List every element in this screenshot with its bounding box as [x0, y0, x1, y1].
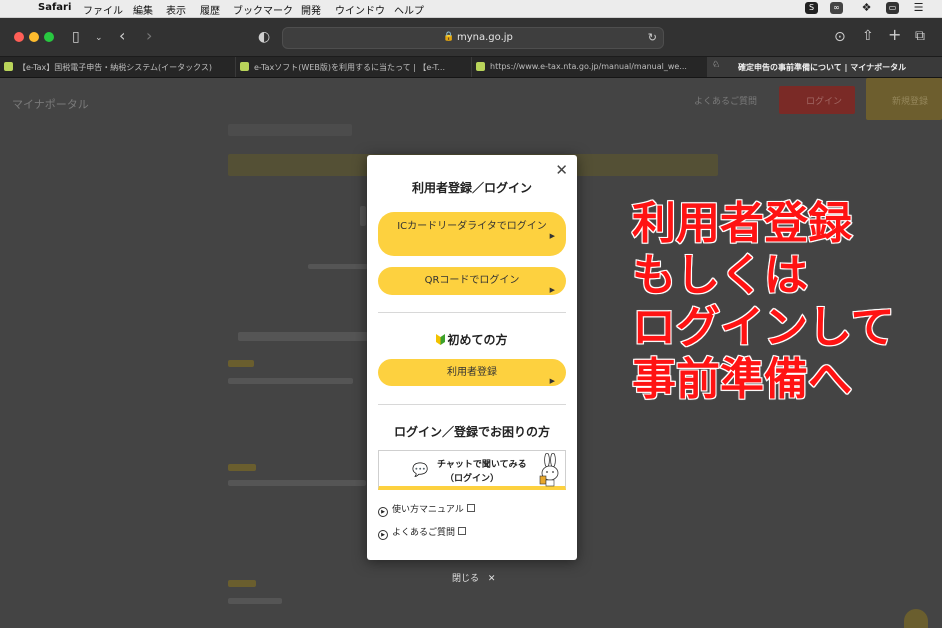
etax-favicon-icon [4, 62, 13, 71]
tab-label: 【e-Tax】国税電子申告・納税システム(イータックス) [18, 63, 213, 72]
status-s-icon[interactable]: S [805, 2, 818, 14]
tab-label: e-Taxソフト(WEB版)を利用するに当たって | 【e-T... [254, 63, 445, 72]
forward-icon[interactable]: › [146, 28, 152, 44]
menu-develop[interactable]: 開発 [301, 2, 321, 17]
header-register-label: 新規登録 [892, 97, 929, 107]
menu-bookmarks[interactable]: ブックマーク [233, 2, 293, 17]
annotation-line: 事前準備へ [631, 353, 853, 406]
qr-code-login-button[interactable]: QRコードでログイン ▶ [378, 267, 566, 295]
privacy-shield-icon[interactable]: ◐ [258, 30, 270, 44]
tab-label: https://www.e-tax.nta.go.jp/manual/manua… [490, 62, 687, 71]
tab-label: 確定申告の事前準備について | マイナポータル [738, 63, 907, 72]
divider [378, 404, 566, 405]
annotation-line: もしくは [631, 249, 809, 302]
user-registration-label: 利用者登録 [447, 367, 497, 378]
etax-favicon-icon [240, 62, 249, 71]
external-link-icon [458, 527, 467, 535]
menu-window[interactable]: ウインドウ [335, 2, 385, 17]
downloads-icon[interactable]: ⊙ [834, 30, 846, 44]
divider [378, 312, 566, 313]
chat-help-button[interactable]: 💬 チャットで聞いてみる （ログイン） [378, 450, 566, 490]
page-heading-fragment [360, 206, 366, 226]
user-registration-button[interactable]: 利用者登録 ▶ [378, 359, 566, 386]
section-heading-fragment [238, 332, 368, 341]
play-circle-icon: ▶ [378, 530, 388, 540]
step-badge [228, 360, 254, 367]
external-link-icon [466, 504, 475, 512]
step-text [228, 378, 353, 384]
usage-manual-link[interactable]: ▶ 使い方マニュアル [378, 502, 475, 517]
chat-help-sublabel: （ログイン） [445, 474, 500, 484]
faq-label: よくあるご質問 [392, 528, 456, 538]
site-logo: マイナポータル [12, 98, 89, 111]
chat-launcher-icon [904, 609, 928, 628]
close-icon: ✕ [487, 574, 496, 584]
tab-etax-home[interactable]: 【e-Tax】国税電子申告・納税システム(イータックス) [0, 57, 236, 77]
chat-bubble-icon: 💬 [412, 463, 429, 478]
header-faq: よくあるご質問 [694, 97, 758, 107]
etax-favicon-icon [476, 62, 485, 71]
sidebar-toggle-icon[interactable]: ▯ [72, 30, 80, 44]
menu-help[interactable]: ヘルプ [394, 2, 424, 17]
menu-edit[interactable]: 編集 [133, 2, 153, 17]
tab-mynaportal[interactable]: ♘ 確定申告の事前準備について | マイナポータル [708, 57, 942, 77]
help-heading: ログイン／登録でお困りの方 [393, 425, 550, 439]
modal-close-button[interactable]: 閉じる ✕ [452, 571, 495, 584]
address-bar[interactable]: 🔒 myna.go.jp ↻ [282, 27, 664, 49]
usage-manual-label: 使い方マニュアル [392, 505, 464, 515]
step-badge [228, 580, 256, 587]
first-time-heading: 初めての方 [367, 331, 577, 348]
step-text [228, 598, 282, 604]
menu-file[interactable]: ファイル [83, 2, 123, 17]
close-icon[interactable]: ✕ [555, 161, 568, 179]
ic-card-login-label: ICカードリーダライタでログイン [397, 221, 547, 232]
address-domain: myna.go.jp [457, 32, 513, 43]
window-minimize-button[interactable] [29, 32, 39, 42]
reload-icon[interactable]: ↻ [648, 31, 657, 44]
annotation-line: 利用者登録 [631, 197, 853, 250]
modal-title: 利用者登録／ログイン [411, 181, 532, 195]
annotation-line: ログインして [631, 301, 896, 354]
faq-link[interactable]: ▶ よくあるご質問 [378, 525, 467, 540]
breadcrumb [228, 124, 352, 136]
arrow-right-icon: ▶ [549, 376, 555, 385]
back-icon[interactable]: ‹ [119, 28, 125, 44]
menu-view[interactable]: 表示 [166, 2, 186, 17]
window-zoom-button[interactable] [44, 32, 54, 42]
new-tab-icon[interactable]: + [888, 27, 901, 43]
chat-help-label: チャットで聞いてみる [437, 460, 527, 470]
macos-menubar: Safari ファイル 編集 表示 履歴 ブックマーク 開発 ウインドウ ヘルプ… [0, 0, 942, 18]
modal-close-label: 閉じる [452, 574, 480, 584]
step-text [228, 480, 366, 486]
tab-overview-icon[interactable]: ⧉ [915, 29, 925, 43]
display-icon[interactable]: ▭ [886, 2, 899, 14]
share-icon[interactable]: ⇧ [862, 29, 874, 43]
tab-etax-web[interactable]: e-Taxソフト(WEB版)を利用するに当たって | 【e-T... [236, 57, 472, 77]
intro-text-fragment [308, 264, 368, 269]
chevron-down-icon[interactable]: ⌄ [95, 31, 103, 45]
window-close-button[interactable] [14, 32, 24, 42]
menu-history[interactable]: 履歴 [200, 2, 220, 17]
qr-code-login-label: QRコードでログイン [424, 275, 520, 286]
step-badge [228, 464, 256, 471]
annotation-overlay: 利用者登録 もしくは ログインして 事前準備へ [631, 197, 932, 406]
login-register-modal: ✕ 利用者登録／ログイン ICカードリーダライタでログイン ▶ QRコードでログ… [367, 155, 577, 560]
arrow-right-icon: ▶ [549, 232, 555, 240]
tab-etax-manual[interactable]: https://www.e-tax.nta.go.jp/manual/manua… [472, 57, 708, 77]
tab-bar: 【e-Tax】国税電子申告・納税システム(イータックス) e-Taxソフト(WE… [0, 57, 942, 78]
lock-icon: 🔒 [443, 32, 455, 42]
menu-app-name[interactable]: Safari [38, 2, 71, 13]
control-center-icon[interactable]: ☰ [912, 2, 925, 14]
dropbox-icon[interactable]: ❖ [860, 2, 873, 14]
mynaportal-rabbit-mascot-icon [539, 453, 559, 487]
beginner-mark-icon [436, 334, 446, 345]
header-login-label: ログイン [806, 97, 843, 107]
mynaportal-favicon-icon: ♘ [712, 60, 721, 70]
status-creative-cloud-icon[interactable]: ∞ [830, 2, 843, 14]
first-time-heading-label: 初めての方 [447, 333, 508, 347]
arrow-right-icon: ▶ [549, 286, 555, 294]
safari-toolbar: ▯ ⌄ ‹ › ◐ 🔒 myna.go.jp ↻ ⊙ ⇧ + ⧉ [0, 18, 942, 57]
play-circle-icon: ▶ [378, 507, 388, 517]
ic-card-login-button[interactable]: ICカードリーダライタでログイン ▶ [378, 212, 566, 256]
